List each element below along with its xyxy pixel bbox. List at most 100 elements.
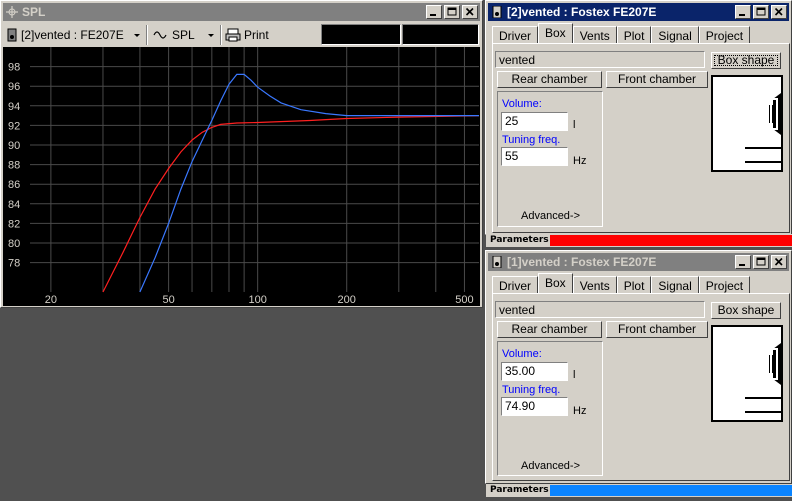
front-chamber-button[interactable]: Front chamber [606, 321, 708, 338]
x-tick-label: 100 [248, 294, 266, 306]
y-tick-label: 96 [8, 81, 20, 93]
close-button[interactable] [462, 5, 478, 19]
rear-chamber-button[interactable]: Rear chamber [497, 321, 602, 338]
tab-project[interactable]: Project [698, 276, 751, 293]
spl-window: SPL [2]vented : FE207E SPL Print 98 96 94 9… [0, 0, 483, 308]
minimize-button[interactable] [735, 5, 751, 19]
y-tick-label: 78 [8, 258, 20, 270]
maximize-button[interactable] [753, 255, 769, 269]
y-tick-label: 80 [8, 238, 20, 250]
tab-box[interactable]: Box [538, 273, 573, 293]
y-tick-label: 88 [8, 160, 20, 172]
readout-box-1 [321, 24, 401, 45]
tuning-label: Tuning freq. [502, 384, 561, 396]
volume-input[interactable]: 35.00 [501, 362, 568, 381]
maximize-button[interactable] [753, 5, 769, 19]
y-tick-label: 92 [8, 120, 20, 132]
box-shape-preview [711, 325, 783, 422]
y-tick-label: 90 [8, 140, 20, 152]
maximize-button[interactable] [444, 5, 460, 19]
tuning-input[interactable]: 74.90 [501, 397, 568, 416]
box-shape-button[interactable]: Box shape [711, 52, 781, 69]
volume-input[interactable]: 25 [501, 112, 568, 131]
volume-label: Volume: [502, 348, 542, 360]
tab-vents[interactable]: Vents [572, 26, 617, 43]
tab-driver[interactable]: Driver [492, 26, 538, 43]
toolbar-separator [220, 25, 222, 45]
tab-vents[interactable]: Vents [572, 276, 617, 293]
close-button[interactable] [771, 5, 787, 19]
minimize-button[interactable] [735, 255, 751, 269]
window-title: [2]vented : Fostex FE207E [507, 5, 657, 19]
chevron-down-icon [134, 34, 140, 37]
mode-selector[interactable]: SPL [153, 25, 215, 45]
volume-unit: l [573, 119, 576, 131]
chevron-down-icon [208, 34, 214, 37]
woofer-icon [745, 93, 781, 163]
window2-statusbar: Parameters [486, 234, 792, 247]
status-label: Parameters [490, 235, 549, 245]
status-label: Parameters [490, 485, 549, 495]
tab-plot[interactable]: Plot [616, 26, 652, 43]
window-title: SPL [22, 5, 46, 19]
toolbar-separator [146, 25, 148, 45]
box-shape-preview [711, 75, 783, 172]
x-tick-label: 20 [45, 294, 57, 306]
x-tick-label: 500 [455, 294, 473, 306]
box-type-field[interactable]: vented [495, 301, 705, 318]
crosshair-icon [6, 6, 18, 18]
front-chamber-button[interactable]: Front chamber [606, 71, 708, 88]
tuning-label: Tuning freq. [502, 134, 561, 146]
window2: [2]vented : Fostex FE207E Driver Box Ven… [485, 0, 792, 235]
spl-titlebar[interactable]: SPL [3, 3, 480, 21]
y-tick-label: 98 [8, 62, 20, 74]
tuning-input[interactable]: 55 [501, 147, 568, 166]
x-tick-label: 50 [162, 294, 174, 306]
window1: [1]vented : Fostex FE207E Driver Box Ven… [485, 250, 792, 484]
volume-unit: l [573, 369, 576, 381]
status-bar-fill [550, 485, 792, 496]
tab-plot[interactable]: Plot [616, 276, 652, 293]
readout-box-2 [402, 24, 479, 45]
y-tick-label: 94 [8, 101, 20, 113]
tab-driver[interactable]: Driver [492, 276, 538, 293]
y-tick-label: 82 [8, 218, 20, 230]
window1-statusbar: Parameters [486, 484, 792, 497]
volume-label: Volume: [502, 98, 542, 110]
minimize-button[interactable] [426, 5, 442, 19]
window1-titlebar[interactable]: [1]vented : Fostex FE207E [488, 253, 789, 271]
speaker-cabinet-icon [492, 6, 502, 18]
box-type-field[interactable]: vented [495, 51, 705, 68]
window2-titlebar[interactable]: [2]vented : Fostex FE207E [488, 3, 789, 21]
rear-chamber-button[interactable]: Rear chamber [497, 71, 602, 88]
x-tick-label: 200 [338, 294, 356, 306]
tab-strip: Driver Box Vents Plot Signal Project [492, 273, 751, 293]
tuning-unit: Hz [573, 405, 587, 417]
y-tick-label: 86 [8, 179, 20, 191]
tab-signal[interactable]: Signal [651, 276, 699, 293]
speaker-cabinet-icon [492, 256, 502, 268]
speaker-cabinet-icon [7, 28, 17, 42]
sine-wave-icon [153, 31, 167, 39]
advanced-button[interactable]: Advanced-> [521, 210, 580, 222]
box-shape-button[interactable]: Box shape [711, 302, 781, 319]
series-line-2 [139, 73, 479, 293]
curve-selector-label: [2]vented : FE207E [21, 28, 124, 42]
window-title: [1]vented : Fostex FE207E [507, 255, 657, 269]
spl-chart[interactable]: 98 96 94 92 90 88 86 84 82 80 78 20 50 100 200 500 [3, 47, 480, 306]
status-bar-fill [550, 235, 792, 246]
printer-icon [225, 28, 241, 42]
close-button[interactable] [771, 255, 787, 269]
curve-selector[interactable]: [2]vented : FE207E [7, 25, 141, 45]
print-label: Print [244, 28, 269, 42]
spl-toolbar: [2]vented : FE207E SPL Print [3, 23, 480, 47]
tab-strip: Driver Box Vents Plot Signal Project [492, 23, 751, 43]
print-button[interactable]: Print [225, 25, 269, 45]
tuning-unit: Hz [573, 155, 587, 167]
tab-signal[interactable]: Signal [651, 26, 699, 43]
tab-box[interactable]: Box [538, 23, 573, 43]
y-tick-label: 84 [8, 199, 20, 211]
advanced-button[interactable]: Advanced-> [521, 460, 580, 472]
mode-selector-label: SPL [172, 28, 195, 42]
tab-project[interactable]: Project [698, 26, 751, 43]
